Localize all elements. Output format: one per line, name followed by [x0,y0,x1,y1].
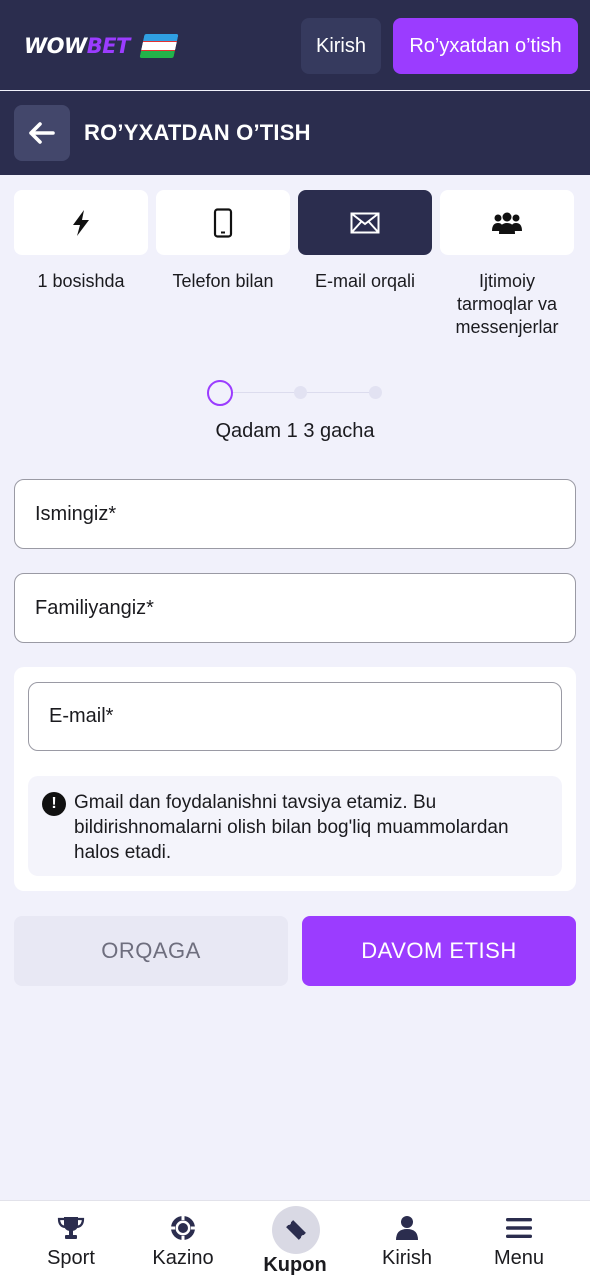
nav-item-kazino[interactable]: Kazino [124,1201,242,1280]
method-tab-one-click[interactable] [14,190,148,255]
nav-item-kupon[interactable]: Kupon [236,1201,354,1280]
users-icon [492,212,522,234]
page-title: RO’YXATDAN O’TISH [84,120,311,145]
method-label-email: E-mail orqali [314,271,416,291]
method-label-social: Ijtimoiy tarmoqlar va messenjerlar [455,271,559,337]
hamburger-icon [506,1218,532,1238]
continue-button[interactable]: DAVOM ETISH [302,916,576,986]
step-caption: Qadam 1 3 gacha [215,420,375,442]
exclamation-circle-icon: ! [42,792,66,816]
first-name-field[interactable]: Ismingiz* [14,479,576,549]
notice-text: Gmail dan foydalanishni tavsiya etamiz. … [74,792,509,863]
step-indicator-current [207,380,233,406]
casino-chip-icon [171,1216,195,1240]
lightning-icon [73,209,89,236]
arrow-left-icon [29,122,55,144]
step-indicator-3 [369,386,382,399]
method-label-phone: Telefon bilan [172,271,274,291]
trophy-icon [57,1217,85,1239]
ticket-icon [286,1220,306,1240]
logo-bet-text: BET [86,34,131,58]
last-name-field[interactable]: Familiyangiz* [14,573,576,643]
nav-label-menu: Menu [493,1247,545,1269]
method-tab-social[interactable] [440,190,574,255]
step-indicator-2 [294,386,307,399]
nav-label-kupon: Kupon [263,1254,327,1276]
back-arrow-button[interactable] [14,105,70,161]
back-button[interactable]: ORQAGA [14,916,288,986]
top-bar: WOW BET Kirish Ro’yxatdan o’tish [0,0,590,90]
uzbekistan-flag-icon[interactable] [139,34,179,58]
user-icon [396,1216,418,1240]
nav-label-kirish: Kirish [381,1247,432,1269]
phone-icon [213,207,233,238]
gmail-notice: ! Gmail dan foydalanishni tavsiya etamiz… [28,776,562,876]
nav-label-kazino: Kazino [152,1247,214,1269]
email-field[interactable]: E-mail* [28,682,562,751]
bottom-navigation: Sport Kazino Kupon Kirish Menu [0,1200,590,1280]
nav-item-menu[interactable]: Menu [460,1201,578,1280]
method-label-one-click: 1 bosishda [37,271,125,291]
brand-logo[interactable]: WOW BET [24,34,179,58]
login-button[interactable]: Kirish [301,18,381,74]
method-tab-phone[interactable] [156,190,290,255]
page-title-bar: RO’YXATDAN O’TISH [0,91,590,175]
register-button[interactable]: Ro’yxatdan o’tish [393,18,578,74]
method-tab-email[interactable] [298,190,432,255]
nav-label-sport: Sport [47,1247,95,1269]
nav-item-kirish[interactable]: Kirish [348,1201,466,1280]
envelope-icon [350,212,380,233]
logo-wow-text: WOW [24,34,87,58]
nav-item-sport[interactable]: Sport [12,1201,130,1280]
